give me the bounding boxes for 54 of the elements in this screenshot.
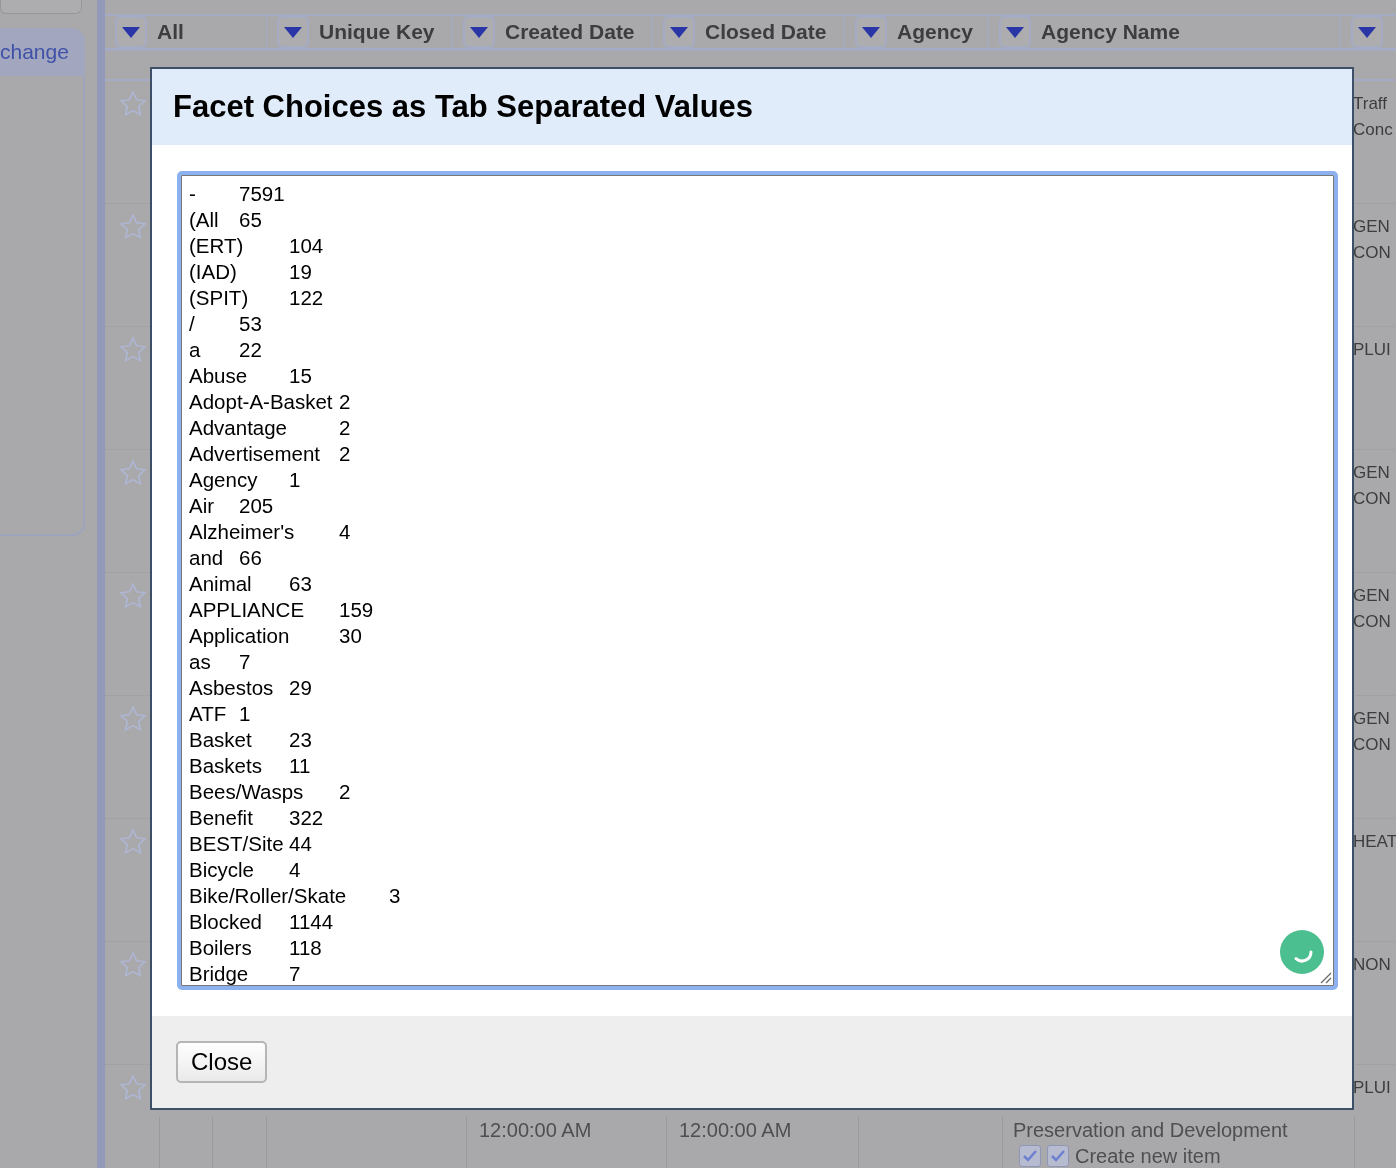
star-icon[interactable] xyxy=(117,827,148,857)
star-icon[interactable] xyxy=(117,89,148,119)
close-button[interactable]: Close xyxy=(176,1041,268,1083)
star-icon[interactable] xyxy=(117,704,148,734)
column-label: Agency Name xyxy=(1041,20,1180,44)
table-cell-text: GEN xyxy=(1353,585,1390,607)
table-cell-text: GEN xyxy=(1353,462,1390,484)
caret-icon xyxy=(470,26,488,38)
table-cell-text: 12:00:00 AM xyxy=(679,1118,793,1143)
dropdown-button[interactable] xyxy=(999,16,1031,48)
table-cell-text: Conc xyxy=(1353,119,1393,141)
dropdown-button[interactable] xyxy=(463,16,495,48)
table-cell-text: HEAT xyxy=(1353,831,1396,853)
star-icon[interactable] xyxy=(117,581,148,611)
checkbox[interactable] xyxy=(1019,1145,1041,1167)
dropdown-button[interactable] xyxy=(115,16,147,48)
star-icon[interactable] xyxy=(117,950,148,980)
dropdown-button[interactable] xyxy=(855,16,887,48)
table-cell-text: CON xyxy=(1353,242,1391,264)
table-cell-text: PLUI xyxy=(1353,339,1391,361)
star-icon[interactable] xyxy=(117,212,148,242)
resize-handle-icon[interactable] xyxy=(1318,970,1332,984)
table-cell-text: CON xyxy=(1353,488,1391,510)
caret-icon xyxy=(284,26,302,38)
star-icon[interactable] xyxy=(117,458,148,488)
star-icon[interactable] xyxy=(117,335,148,365)
dialog-title: Facet Choices as Tab Separated Values xyxy=(173,89,754,125)
table-cell-text: GEN xyxy=(1353,708,1390,730)
table-cell-text: NON xyxy=(1353,954,1391,976)
caret-icon xyxy=(1358,26,1376,38)
table-cell-text: CON xyxy=(1353,734,1391,756)
table-cell-text: Preservation and Development xyxy=(1013,1118,1289,1143)
column-label: Created Date xyxy=(505,20,635,44)
text-area[interactable]: - 7591 (All 65 (ERT) 104 (IAD) 19 (SPIT) 122 / 53 a 22 Abuse 15 Adopt-A-Basket 2 Advantage 2 Advertisement 2 Agency 1 Air 205 Alzheimer's 4 and 66 Animal 63 APPLIANCE 159 Application 30 as 7 Asbestos 29 ATF 1 Basket 23 Baskets 11 Bees/Wasps 2 Benefit 322 BEST/Site 44 Bicycle 4 Bike/Roller/Skate 3 Blocked 1144 Boilers 118 Bridge 7 xyxy=(177,171,1338,990)
dropdown-button[interactable] xyxy=(663,16,695,48)
checkbox[interactable] xyxy=(1047,1145,1069,1167)
caret-icon xyxy=(862,26,880,38)
table-cell-text: CON xyxy=(1353,611,1391,633)
check-icon xyxy=(1022,1149,1038,1163)
caret-icon xyxy=(122,26,140,38)
dropdown-button[interactable] xyxy=(277,16,309,48)
table-cell-text: 12:00:00 AM xyxy=(479,1118,593,1143)
column-label: All xyxy=(157,20,184,44)
column-label: Unique Key xyxy=(319,20,435,44)
check-icon xyxy=(1050,1149,1066,1163)
column-label: Agency xyxy=(897,20,973,44)
table-cell-text: Traff xyxy=(1353,93,1387,115)
caret-icon xyxy=(670,26,688,38)
dropdown-button[interactable] xyxy=(1351,16,1383,48)
caret-icon xyxy=(1006,26,1024,38)
star-icon[interactable] xyxy=(117,1073,148,1103)
table-cell-text: GEN xyxy=(1353,216,1390,238)
table-cell-text: PLUI xyxy=(1353,1077,1391,1099)
column-label: Closed Date xyxy=(705,20,827,44)
